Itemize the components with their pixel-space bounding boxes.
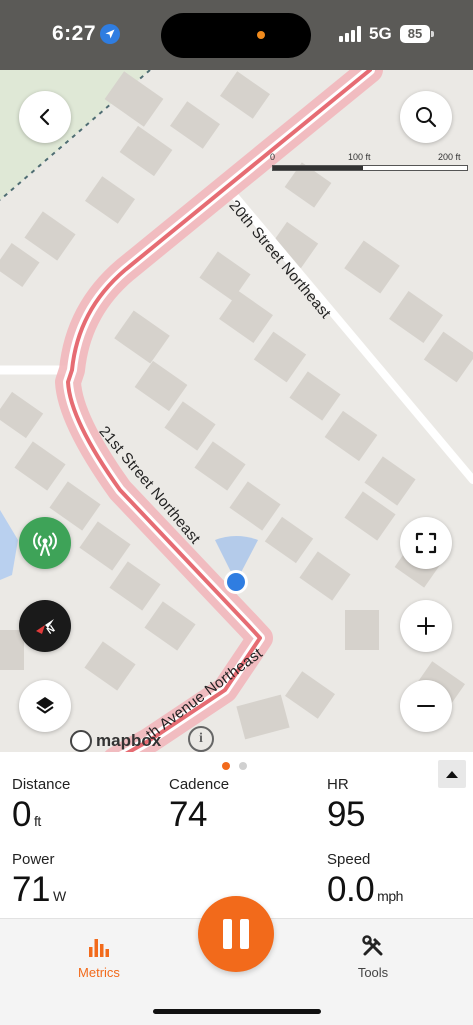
metric-power: Power 71 W (12, 851, 66, 910)
map-view[interactable]: 20th Street Northeast 21st Street Northe… (0, 70, 473, 752)
page-dot-active (222, 762, 230, 770)
metric-value: 0.0 mph (327, 870, 403, 910)
tab-tools[interactable]: Tools (333, 931, 413, 980)
mapbox-attribution[interactable]: mapbox (70, 730, 161, 752)
pause-icon-bar-right (240, 919, 249, 949)
scale-label-100: 100 ft (348, 152, 371, 162)
location-arrow-icon (100, 24, 120, 44)
broadcast-icon (33, 532, 57, 556)
power-value: 71 (12, 870, 50, 909)
battery-tip (431, 31, 434, 37)
home-indicator[interactable] (153, 1009, 321, 1014)
compass-icon: N (36, 619, 57, 637)
distance-unit: ft (33, 813, 41, 829)
status-bar: 6:27 5G 85 (0, 0, 473, 70)
mapbox-wordmark: mapbox (96, 731, 162, 750)
metric-value: 0 ft (12, 795, 70, 835)
minus-icon (417, 705, 435, 707)
metric-label: Distance (12, 776, 71, 793)
mapbox-logo-icon (70, 730, 92, 752)
metric-label: Speed (327, 851, 371, 868)
metric-hr: HR 95 (327, 776, 365, 835)
tab-tools-label: Tools (357, 965, 389, 980)
speed-unit: mph (377, 888, 403, 904)
layers-icon (36, 697, 54, 714)
layers-button[interactable] (19, 680, 71, 732)
metric-label: HR (327, 776, 349, 793)
chevron-left-icon (39, 108, 50, 126)
search-button[interactable] (400, 91, 452, 143)
broadcast-button[interactable] (19, 517, 71, 569)
map-scale: 0 100 ft 200 ft (270, 152, 468, 172)
attribution-info-icon[interactable]: i (188, 726, 214, 752)
metric-label: Cadence (169, 776, 230, 793)
status-time: 6:27 (52, 22, 97, 45)
scale-bar (272, 165, 468, 171)
search-icon (416, 107, 437, 128)
pause-button[interactable] (198, 896, 274, 972)
caret-up-icon (446, 771, 458, 778)
page-indicator[interactable] (222, 757, 256, 775)
expand-panel-button[interactable] (438, 760, 466, 788)
network-type: 5G (369, 24, 392, 43)
tab-metrics-label: Metrics (78, 965, 120, 980)
compass-button[interactable]: N (19, 600, 71, 652)
hr-value: 95 (327, 795, 365, 834)
metric-cadence: Cadence 74 (169, 776, 229, 835)
bar-chart-icon (59, 931, 139, 959)
cadence-value: 74 (169, 795, 207, 834)
page-dot (239, 762, 247, 770)
scale-label-0: 0 (270, 152, 276, 162)
metric-speed: Speed 0.0 mph (327, 851, 403, 910)
metric-label: Power (12, 851, 55, 868)
metric-value: 71 W (12, 870, 66, 910)
compass-letter: N (45, 624, 57, 637)
cellular-signal-icon (339, 26, 361, 42)
metrics-panel: Distance 0 ft Cadence 74 HR 95 Power 71 W … (0, 752, 473, 918)
speed-value: 0.0 (327, 870, 375, 909)
distance-value: 0 (12, 795, 31, 834)
privacy-indicator (257, 31, 265, 39)
fullscreen-button[interactable] (400, 517, 452, 569)
tab-metrics[interactable]: Metrics (59, 931, 139, 980)
fullscreen-icon (415, 532, 437, 554)
battery-icon: 85 (400, 25, 430, 43)
dynamic-island (161, 13, 311, 58)
power-unit: W (52, 888, 66, 904)
map-canvas (0, 70, 473, 752)
metric-distance: Distance 0 ft (12, 776, 70, 835)
scale-label-200: 200 ft (438, 152, 461, 162)
zoom-in-button[interactable] (400, 600, 452, 652)
zoom-out-button[interactable] (400, 680, 452, 732)
back-button[interactable] (19, 91, 71, 143)
pause-icon-bar-left (223, 919, 232, 949)
tools-icon (333, 931, 413, 959)
plus-icon (417, 617, 435, 635)
